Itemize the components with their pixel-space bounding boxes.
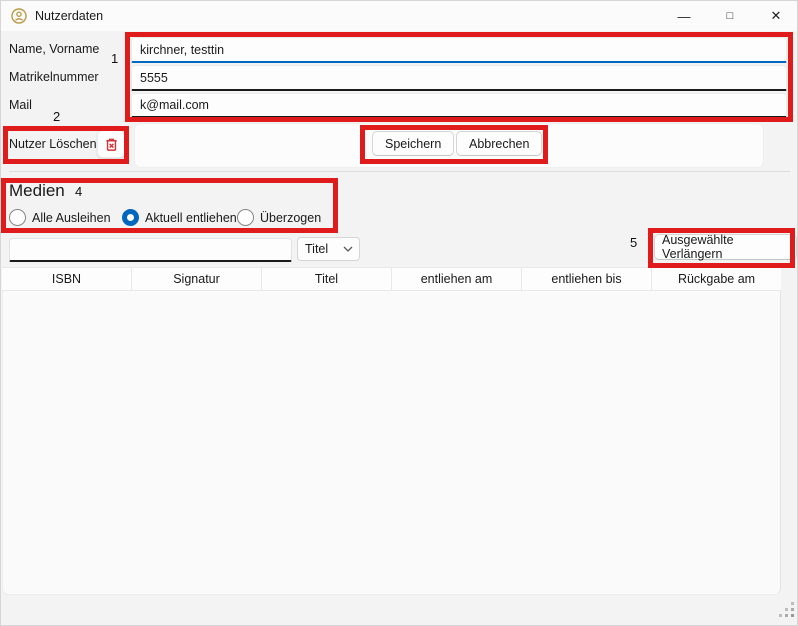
table-body-empty (2, 291, 781, 595)
save-button[interactable]: Speichern (372, 131, 454, 156)
radio-label: Aktuell entliehen (145, 211, 237, 225)
cancel-button[interactable]: Abbrechen (456, 131, 542, 156)
annotation-5: 5 (630, 235, 637, 250)
user-circle-icon (11, 8, 27, 24)
titlebar: Nutzerdaten — □ ✕ (1, 1, 797, 31)
column-header-isbn[interactable]: ISBN (2, 268, 132, 290)
maximize-button[interactable]: □ (707, 1, 753, 31)
column-header-signatur[interactable]: Signatur (132, 268, 262, 290)
name-input[interactable] (131, 37, 787, 63)
section-divider (9, 171, 790, 172)
name-label: Name, Vorname (9, 42, 99, 56)
trash-x-icon (104, 137, 119, 152)
nutzerdaten-window: Nutzerdaten — □ ✕ Name, Vorname Matrikel… (0, 0, 798, 626)
mail-label: Mail (9, 98, 32, 112)
matrikelnummer-input[interactable] (131, 65, 787, 91)
delete-user-label: Nutzer Löschen (9, 137, 97, 151)
medien-title: Medien (9, 181, 65, 201)
resize-grip[interactable] (779, 602, 782, 605)
window-title: Nutzerdaten (35, 9, 103, 23)
radio-icon-selected[interactable] (122, 209, 139, 226)
chevron-down-icon (343, 246, 353, 252)
delete-user-button[interactable] (97, 130, 125, 158)
annotation-2: 2 (53, 109, 60, 124)
table-header: ISBN Signatur Titel entliehen am entlieh… (2, 267, 781, 291)
radio-icon[interactable] (9, 209, 26, 226)
column-header-entliehen-bis[interactable]: entliehen bis (522, 268, 652, 290)
filter-dropdown[interactable]: Titel (297, 237, 360, 261)
matrikelnummer-label: Matrikelnummer (9, 70, 99, 84)
radio-alle-ausleihen[interactable]: Alle Ausleihen (9, 209, 111, 226)
minimize-button[interactable]: — (661, 1, 707, 31)
radio-icon[interactable] (237, 209, 254, 226)
radio-label: Alle Ausleihen (32, 211, 111, 225)
radio-aktuell-entliehen[interactable]: Aktuell entliehen (122, 209, 237, 226)
annotation-1: 1 (111, 51, 118, 66)
search-input[interactable] (9, 238, 292, 262)
column-header-rueckgabe-am[interactable]: Rückgabe am (652, 268, 781, 290)
close-button[interactable]: ✕ (753, 1, 798, 31)
radio-label: Überzogen (260, 211, 321, 225)
column-header-entliehen-am[interactable]: entliehen am (392, 268, 522, 290)
filter-dropdown-value: Titel (305, 242, 328, 256)
extend-selected-button[interactable]: Ausgewählte Verlängern (654, 234, 797, 260)
annotation-4: 4 (75, 184, 82, 199)
radio-ueberzogen[interactable]: Überzogen (237, 209, 321, 226)
column-header-titel[interactable]: Titel (262, 268, 392, 290)
mail-input[interactable] (131, 93, 787, 118)
